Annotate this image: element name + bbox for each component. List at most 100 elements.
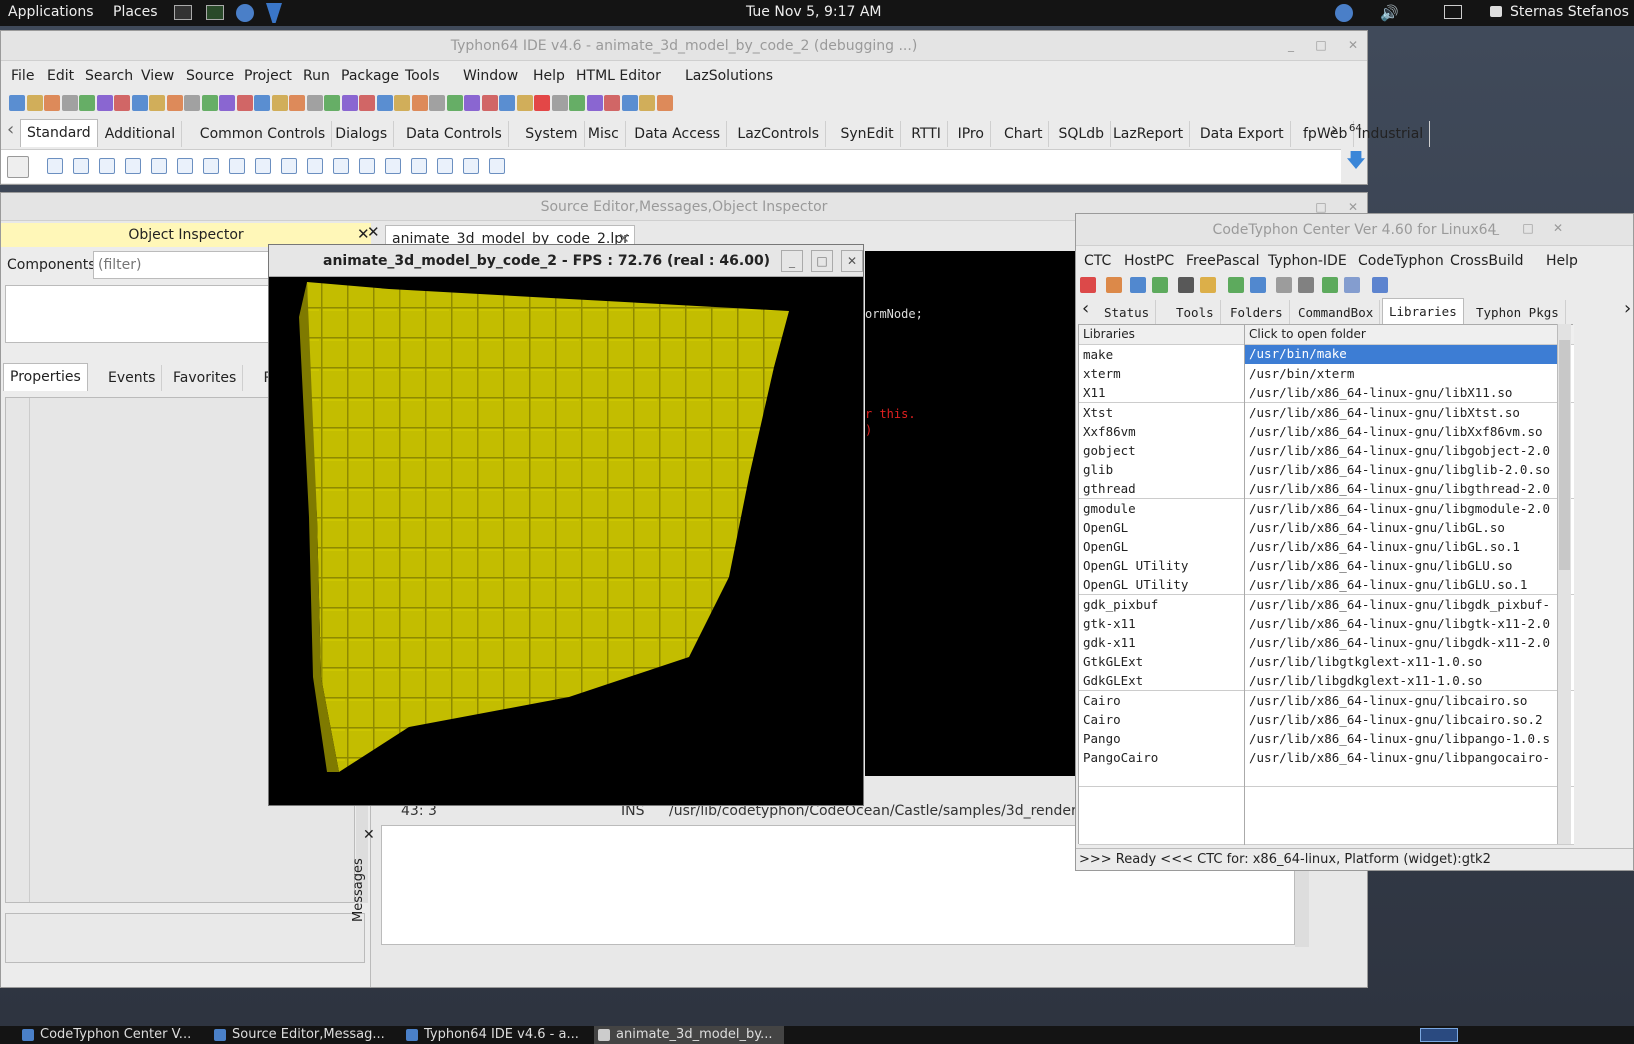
component-icon[interactable]	[125, 158, 141, 174]
maximize-icon[interactable]: □	[811, 250, 833, 272]
palette-tab-synedit[interactable]: SynEdit	[835, 121, 901, 147]
ctc-tab-status[interactable]: Status	[1098, 300, 1157, 326]
toolbar-icon[interactable]	[1228, 277, 1244, 293]
palette-tab-data-export[interactable]: Data Export	[1194, 121, 1291, 147]
toolbar-icon[interactable]	[1200, 277, 1216, 293]
library-row[interactable]: gthread/usr/lib/x86_64-linux-gnu/libgthr…	[1079, 479, 1574, 500]
applications-menu[interactable]: Applications	[8, 4, 94, 20]
toolbar-icon[interactable]	[1152, 277, 1168, 293]
minimize-icon[interactable]: _	[1284, 200, 1298, 214]
ctc-menu-crossbuild[interactable]: CrossBuild	[1450, 253, 1524, 269]
toolbar-icon[interactable]	[1276, 277, 1292, 293]
toolbar-icon[interactable]	[376, 95, 393, 111]
library-path[interactable]: /usr/bin/xterm	[1249, 366, 1567, 381]
toolbar-icon[interactable]	[639, 95, 655, 111]
toolbar-icon[interactable]	[569, 95, 585, 111]
library-row[interactable]: gdk_pixbuf/usr/lib/x86_64-linux-gnu/libg…	[1079, 594, 1574, 615]
oi-tab-favorites[interactable]: Favorites	[167, 365, 244, 391]
library-path[interactable]: /usr/bin/make	[1245, 345, 1563, 364]
volume-icon[interactable]: 🔊	[1380, 5, 1399, 21]
palette-tab-lazreport[interactable]: LazReport	[1107, 121, 1191, 147]
tabs-right-arrow-icon[interactable]: ›	[1624, 298, 1631, 319]
tabs-left-arrow-icon[interactable]: ‹	[1082, 298, 1089, 319]
library-path[interactable]: /usr/lib/libgdkglext-x11-1.0.so	[1249, 673, 1567, 688]
toolbar-icon[interactable]	[96, 95, 113, 111]
ctc-menu-ctc[interactable]: CTC	[1084, 253, 1111, 269]
grid-scrollbar[interactable]	[1557, 324, 1571, 844]
toolbar-icon[interactable]	[149, 95, 165, 111]
menu-item-tools[interactable]: Tools	[405, 68, 440, 84]
typhon-tray-icon[interactable]	[1335, 4, 1353, 22]
library-path[interactable]: /usr/lib/x86_64-linux-gnu/libcairo.so	[1249, 693, 1567, 708]
component-icon[interactable]	[463, 158, 479, 174]
toolbar-icon[interactable]	[1106, 277, 1122, 293]
component-icon[interactable]	[385, 158, 401, 174]
close-icon[interactable]: ✕	[1551, 221, 1565, 235]
toolbar-icon[interactable]	[306, 95, 323, 111]
library-path[interactable]: /usr/lib/x86_64-linux-gnu/libgmodule-2.0	[1249, 501, 1567, 516]
toolbar-icon[interactable]	[184, 95, 200, 111]
toolbar-icon[interactable]	[1372, 277, 1388, 293]
library-row[interactable]: Cairo/usr/lib/x86_64-linux-gnu/libcairo.…	[1079, 690, 1574, 711]
places-menu[interactable]: Places	[113, 4, 158, 20]
toolbar-icon[interactable]	[1298, 277, 1314, 293]
library-row[interactable]: OpenGL UTility/usr/lib/x86_64-linux-gnu/…	[1079, 556, 1574, 577]
library-path[interactable]: /usr/lib/x86_64-linux-gnu/libGL.so.1	[1249, 539, 1567, 554]
component-icon[interactable]	[333, 158, 349, 174]
library-row[interactable]: OpenGL UTility/usr/lib/x86_64-linux-gnu/…	[1079, 575, 1574, 596]
library-path[interactable]: /usr/lib/x86_64-linux-gnu/libX11.so	[1249, 385, 1567, 400]
library-row[interactable]: GtkGLExt/usr/lib/libgtkglext-x11-1.0.so	[1079, 652, 1574, 673]
col-header-folder[interactable]: Click to open folder	[1249, 327, 1567, 341]
menu-item-file[interactable]: File	[11, 68, 34, 84]
oi-tab-events[interactable]: Events	[102, 365, 163, 391]
palette-tab-dialogs[interactable]: Dialogs	[329, 121, 395, 147]
toolbar-icon[interactable]	[61, 95, 78, 111]
palette-tab-industrial[interactable]: Industrial	[1352, 121, 1431, 147]
library-path[interactable]: /usr/lib/x86_64-linux-gnu/libgdk-x11-2.0	[1249, 635, 1567, 650]
menu-item-source[interactable]: Source	[186, 68, 234, 84]
library-row[interactable]: gobject/usr/lib/x86_64-linux-gnu/libgobj…	[1079, 441, 1574, 461]
toolbar-icon[interactable]	[166, 95, 183, 111]
component-icon[interactable]	[151, 158, 167, 174]
toolbar-icon[interactable]	[44, 95, 60, 111]
ctc-titlebar[interactable]: CodeTyphon Center Ver 4.60 for Linux64	[1076, 214, 1633, 246]
ctc-tab-folders[interactable]: Folders	[1224, 300, 1290, 326]
library-row[interactable]: Xtst/usr/lib/x86_64-linux-gnu/libXtst.so	[1079, 402, 1574, 423]
toolbar-icon[interactable]	[219, 95, 235, 111]
ctc-tab-typhon-pkgs[interactable]: Typhon Pkgs	[1470, 300, 1566, 326]
toolbar-icon[interactable]	[429, 95, 445, 111]
component-icon[interactable]	[359, 158, 375, 174]
ide-titlebar[interactable]: Typhon64 IDE v4.6 - animate_3d_model_by_…	[1, 31, 1367, 61]
toolbar-icon[interactable]	[499, 95, 515, 111]
library-row[interactable]: Xxf86vm/usr/lib/x86_64-linux-gnu/libXxf8…	[1079, 421, 1574, 442]
component-icon[interactable]	[281, 158, 297, 174]
palette-right-arrow-icon[interactable]: ›	[1331, 119, 1338, 140]
ctc-menu-typhon-ide[interactable]: Typhon-IDE	[1268, 253, 1347, 269]
toolbar-icon[interactable]	[341, 95, 358, 111]
pause-icon[interactable]	[516, 95, 533, 111]
toolbar-icon[interactable]	[1344, 277, 1360, 293]
toolbar-icon[interactable]	[324, 95, 340, 111]
library-path[interactable]: /usr/lib/x86_64-linux-gnu/libXtst.so	[1249, 405, 1567, 420]
toolbar-icon[interactable]	[604, 95, 620, 111]
menu-item-project[interactable]: Project	[244, 68, 292, 84]
library-row[interactable]: xterm/usr/bin/xterm	[1079, 364, 1574, 385]
task-ctc[interactable]: CodeTyphon Center V...	[18, 1026, 191, 1044]
library-path[interactable]: /usr/lib/x86_64-linux-gnu/libGLU.so	[1249, 558, 1567, 573]
minimize-icon[interactable]: _	[1489, 221, 1503, 235]
col-header-libraries[interactable]: Libraries	[1083, 327, 1135, 341]
minimize-icon[interactable]: _	[1284, 38, 1298, 52]
toolbar-icon[interactable]	[656, 95, 673, 111]
close-icon[interactable]: ✕	[367, 223, 380, 241]
close-icon[interactable]: ✕	[1346, 200, 1360, 214]
ctc-tab-commandbox[interactable]: CommandBox	[1292, 300, 1381, 326]
menu-item-lazsolutions[interactable]: LazSolutions	[685, 68, 773, 84]
close-icon[interactable]: ✕	[1346, 38, 1360, 52]
system-monitor-icon[interactable]	[206, 5, 224, 20]
palette-tab-lazcontrols[interactable]: LazControls	[731, 121, 827, 147]
toolbar-icon[interactable]	[114, 95, 130, 111]
gl-titlebar[interactable]: animate_3d_model_by_code_2 - FPS : 72.76…	[269, 245, 863, 277]
component-icon[interactable]	[177, 158, 193, 174]
oi-tab-properties[interactable]: Properties	[3, 363, 88, 391]
clock[interactable]: Tue Nov 5, 9:17 AM	[746, 4, 882, 20]
